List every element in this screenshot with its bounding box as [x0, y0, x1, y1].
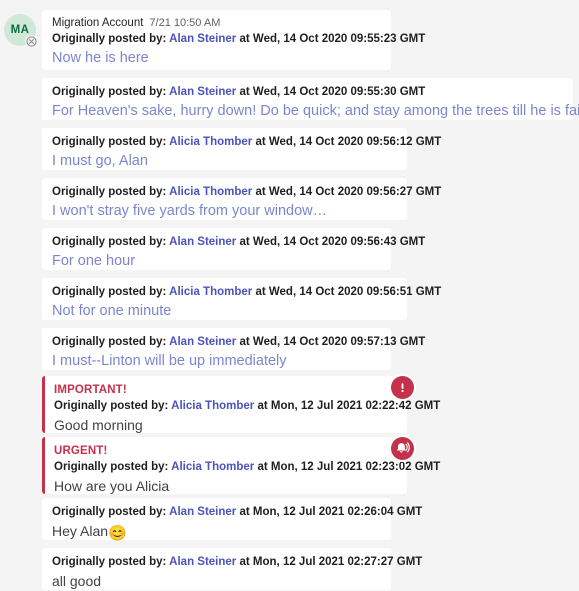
originally-posted-label: Originally posted by: — [52, 186, 167, 198]
originally-posted-label: Originally posted by: — [52, 86, 167, 98]
message-body-with-emoji: Hey Alan😊 — [52, 520, 381, 544]
at-label: at — [239, 556, 250, 568]
original-author-link[interactable]: Alan Steiner — [169, 506, 236, 518]
originally-posted-label: Originally posted by: — [52, 556, 167, 568]
originally-posted-line: Originally posted by: Alan Steiner at We… — [52, 84, 563, 100]
original-posted-date: Mon, 12 Jul 2021 02:26:04 GMT — [252, 506, 423, 518]
original-author-link[interactable]: Alan Steiner — [169, 33, 236, 45]
message-body: For one hour — [52, 253, 136, 269]
message-timestamp: 7/21 10:50 AM — [149, 17, 221, 29]
message-card[interactable]: Originally posted by: Alicia Thomber at … — [42, 178, 441, 220]
message-card[interactable]: Originally posted by: Alan Steiner at Mo… — [42, 548, 422, 590]
original-author-link[interactable]: Alicia Thomber — [169, 186, 252, 198]
original-posted-date: Wed, 14 Oct 2020 09:55:30 GMT — [252, 86, 426, 98]
chat-thread: MA Migration Account 7/21 10:50 AM Origin… — [0, 0, 579, 591]
originally-posted-line: Originally posted by: Alan Steiner at We… — [52, 31, 425, 47]
originally-posted-label: Originally posted by: — [54, 461, 169, 473]
original-author-link[interactable]: Alan Steiner — [169, 556, 236, 568]
original-author-link[interactable]: Alan Steiner — [169, 86, 236, 98]
at-label: at — [239, 336, 250, 348]
at-label: at — [239, 33, 250, 45]
original-author-link[interactable]: Alicia Thomber — [169, 136, 252, 148]
originally-posted-label: Originally posted by: — [52, 33, 167, 45]
at-label: at — [257, 400, 268, 412]
at-label: at — [239, 236, 250, 248]
originally-posted-line: Originally posted by: Alicia Thomber at … — [52, 134, 441, 150]
message-card[interactable]: Originally posted by: Alicia Thomber at … — [42, 278, 441, 320]
original-author-link[interactable]: Alicia Thomber — [169, 286, 252, 298]
original-author-link[interactable]: Alicia Thomber — [171, 400, 254, 412]
originally-posted-label: Originally posted by: — [52, 286, 167, 298]
message-body: Good morning — [54, 417, 143, 433]
message-body: Hey Alan — [52, 523, 109, 539]
at-label: at — [255, 286, 266, 298]
at-label: at — [257, 461, 268, 473]
originally-posted-label: Originally posted by: — [52, 136, 167, 148]
message-body: I won't stray five yards from your windo… — [52, 203, 328, 219]
message-body: I must go, Alan — [52, 153, 148, 169]
message-card[interactable]: Originally posted by: Alan Steiner at We… — [42, 328, 425, 370]
message-card-urgent[interactable]: URGENT! Originally posted by: Alicia Tho… — [42, 437, 440, 494]
message-body: all good — [52, 573, 102, 589]
original-posted-date: Mon, 12 Jul 2021 02:27:27 GMT — [252, 556, 423, 568]
message-card[interactable]: Migration Account 7/21 10:50 AM Originall… — [42, 10, 425, 70]
message-body: Not for one minute — [52, 303, 172, 319]
message-body: Now he is here — [52, 50, 149, 66]
original-posted-date: Wed, 14 Oct 2020 09:56:43 GMT — [252, 236, 426, 248]
message-body: For Heaven's sake, hurry down! Do be qui… — [52, 103, 579, 119]
at-label: at — [239, 86, 250, 98]
message-card[interactable]: Originally posted by: Alan Steiner at We… — [42, 78, 579, 120]
originally-posted-label: Originally posted by: — [52, 506, 167, 518]
original-posted-date: Mon, 12 Jul 2021 02:23:02 GMT — [270, 461, 441, 473]
sender-name: Migration Account — [52, 17, 144, 29]
original-posted-date: Wed, 14 Oct 2020 09:57:13 GMT — [252, 336, 426, 348]
original-posted-date: Wed, 14 Oct 2020 09:56:12 GMT — [268, 136, 442, 148]
message-card[interactable]: Originally posted by: Alicia Thomber at … — [42, 128, 441, 170]
message-card-important[interactable]: IMPORTANT! Originally posted by: Alicia … — [42, 376, 440, 433]
smiley-emoji-icon: 😊 — [108, 525, 127, 542]
originally-posted-line: Originally posted by: Alan Steiner at We… — [52, 234, 425, 250]
at-label: at — [255, 186, 266, 198]
message-header: Migration Account 7/21 10:50 AM — [52, 16, 381, 31]
originally-posted-line: Originally posted by: Alan Steiner at Mo… — [52, 554, 422, 570]
blocked-status-icon — [25, 35, 37, 47]
urgent-bell-icon — [391, 437, 414, 460]
originally-posted-line: Originally posted by: Alicia Thomber at … — [52, 184, 441, 200]
original-author-link[interactable]: Alicia Thomber — [171, 461, 254, 473]
message-body: How are you Alicia — [54, 478, 170, 494]
at-label: at — [239, 506, 250, 518]
original-posted-date: Wed, 14 Oct 2020 09:56:27 GMT — [268, 186, 442, 198]
originally-posted-line: Originally posted by: Alan Steiner at Mo… — [52, 504, 422, 520]
avatar[interactable]: MA — [4, 14, 37, 47]
message-body: I must--Linton will be up immediately — [52, 353, 287, 369]
originally-posted-line: Originally posted by: Alicia Thomber at … — [54, 398, 440, 414]
originally-posted-line: Originally posted by: Alicia Thomber at … — [54, 459, 440, 475]
original-posted-date: Mon, 12 Jul 2021 02:22:42 GMT — [270, 400, 441, 412]
originally-posted-label: Originally posted by: — [52, 336, 167, 348]
at-label: at — [255, 136, 266, 148]
priority-label-urgent: URGENT! — [54, 445, 108, 457]
priority-label-important: IMPORTANT! — [54, 384, 127, 396]
original-author-link[interactable]: Alan Steiner — [169, 236, 236, 248]
important-exclamation-icon — [391, 376, 414, 399]
original-posted-date: Wed, 14 Oct 2020 09:56:51 GMT — [268, 286, 442, 298]
originally-posted-line: Originally posted by: Alicia Thomber at … — [52, 284, 441, 300]
originally-posted-line: Originally posted by: Alan Steiner at We… — [52, 334, 425, 350]
original-posted-date: Wed, 14 Oct 2020 09:55:23 GMT — [252, 33, 426, 45]
message-card[interactable]: Originally posted by: Alan Steiner at Mo… — [42, 498, 422, 542]
message-card[interactable]: Originally posted by: Alan Steiner at We… — [42, 228, 425, 270]
originally-posted-label: Originally posted by: — [54, 400, 169, 412]
originally-posted-label: Originally posted by: — [52, 236, 167, 248]
original-author-link[interactable]: Alan Steiner — [169, 336, 236, 348]
